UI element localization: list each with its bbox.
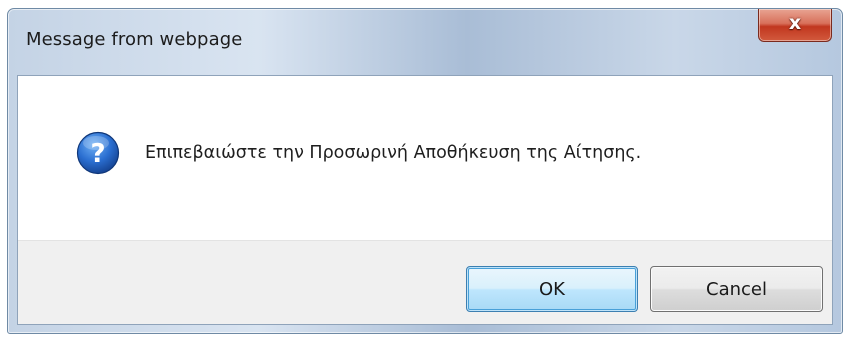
ok-button-label: OK [539, 278, 565, 300]
title-bar[interactable]: Message from webpage x [8, 9, 842, 74]
ok-button[interactable]: OK [466, 266, 638, 312]
svg-text:?: ? [90, 139, 105, 169]
cancel-button-label: Cancel [706, 278, 767, 300]
close-icon: x [788, 12, 802, 34]
cancel-button[interactable]: Cancel [650, 266, 823, 312]
dialog-message: Επιπεβαιώστε την Προσωρινή Αποθήκευση τη… [145, 143, 642, 163]
close-button[interactable]: x [758, 9, 832, 42]
question-icon: ? [76, 131, 120, 175]
dialog-content: ? Επιπεβαιώστε την Προσωρινή Αποθήκευση … [18, 76, 832, 240]
dialog-title: Message from webpage [26, 29, 243, 50]
dialog-client-area: ? Επιπεβαιώστε την Προσωρινή Αποθήκευση … [17, 75, 833, 325]
button-bar: OK Cancel [18, 240, 832, 324]
message-dialog: Message from webpage x ? Επιπεβαιώστε τη… [7, 8, 843, 334]
